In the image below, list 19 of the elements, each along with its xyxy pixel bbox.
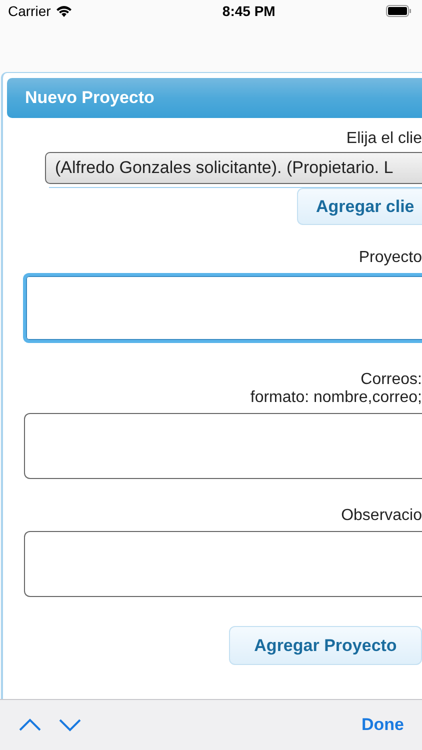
battery-icon — [386, 5, 412, 17]
add-client-button[interactable]: Agregar clie — [297, 188, 422, 225]
wifi-icon — [56, 5, 72, 17]
field-label: formato: nombre,correo; — [249, 389, 422, 407]
client-dropdown[interactable]: (Alfredo Gonzales solicitante). (Propietario. L — [45, 152, 422, 184]
input-field[interactable] — [23, 273, 422, 343]
status-time: 8:45 PM — [222, 3, 276, 19]
input-field[interactable] — [24, 413, 422, 479]
field-label: Proyecto — [358, 249, 422, 267]
field-label: Correos: — [360, 371, 422, 389]
client-label: Elija el clie — [345, 130, 422, 148]
chevron-down-icon[interactable] — [58, 718, 82, 732]
chevron-up-icon[interactable] — [18, 718, 42, 732]
field-label: Observacio — [340, 507, 422, 525]
dialog-title: Nuevo Proyecto — [7, 78, 422, 118]
done-button[interactable]: Done — [362, 715, 404, 735]
add-project-button[interactable]: Agregar Proyecto — [229, 626, 422, 665]
input-field[interactable] — [24, 531, 422, 597]
carrier-label: Carrier — [8, 3, 51, 19]
